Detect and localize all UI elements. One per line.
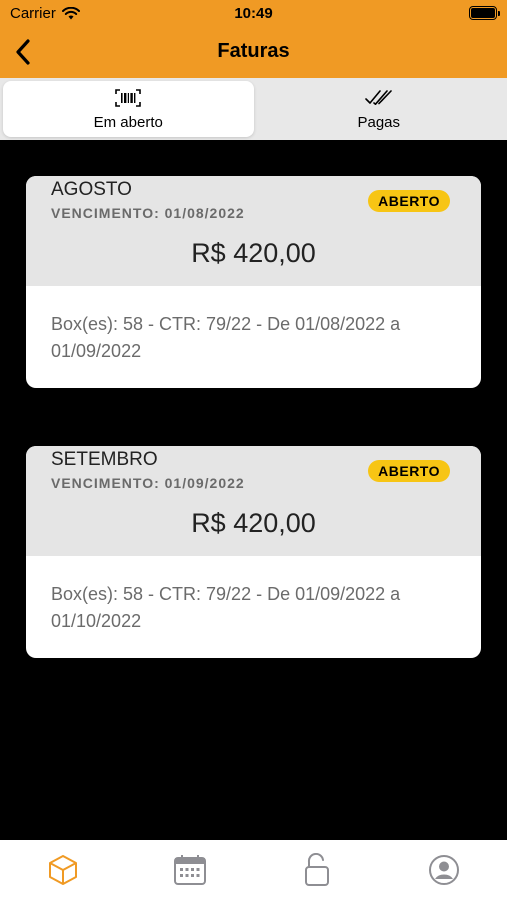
status-time: 10:49 [234, 5, 273, 22]
invoice-card[interactable]: AGOSTO VENCIMENTO: 01/08/2022 ABERTO R$ … [26, 176, 481, 388]
tab-open-label: Em aberto [93, 113, 163, 131]
nav-item-calendar[interactable] [127, 840, 254, 900]
invoice-amount: R$ 420,00 [191, 238, 316, 268]
invoice-due-date: VENCIMENTO: 01/09/2022 [51, 475, 245, 491]
battery-icon [469, 6, 500, 20]
app-header: Carrier 10:49 Faturas [0, 0, 507, 78]
invoice-month: AGOSTO [51, 179, 132, 200]
invoice-due-date: VENCIMENTO: 01/08/2022 [51, 205, 245, 221]
invoice-amount: R$ 420,00 [191, 508, 316, 538]
invoice-month: SETEMBRO [51, 449, 158, 470]
invoice-description: Box(es): 58 - CTR: 79/22 - De 01/08/2022… [51, 314, 401, 361]
tab-paid-label: Pagas [357, 113, 401, 131]
tab-bar: Em aberto Pagas [0, 78, 507, 140]
status-badge: ABERTO [368, 460, 450, 482]
nav-item-boxes[interactable] [0, 840, 127, 900]
invoice-card[interactable]: SETEMBRO VENCIMENTO: 01/09/2022 ABERTO R… [26, 446, 481, 658]
status-badge: ABERTO [368, 190, 450, 212]
calendar-icon [174, 855, 207, 885]
invoice-card-header: SETEMBRO VENCIMENTO: 01/09/2022 ABERTO R… [26, 446, 481, 556]
bottom-nav [0, 840, 507, 900]
nav-item-access[interactable] [254, 840, 381, 900]
status-bar: Carrier 10:49 [0, 0, 507, 28]
nav-item-profile[interactable] [380, 840, 507, 900]
unlock-icon [304, 853, 329, 886]
profile-icon [428, 855, 459, 885]
barcode-icon [115, 88, 142, 107]
invoice-card-header: AGOSTO VENCIMENTO: 01/08/2022 ABERTO R$ … [26, 176, 481, 286]
tab-paid[interactable]: Pagas [254, 81, 505, 137]
double-check-icon [364, 89, 392, 105]
invoice-description: Box(es): 58 - CTR: 79/22 - De 01/09/2022… [51, 584, 401, 631]
tab-open[interactable]: Em aberto [3, 81, 254, 137]
page-title: Faturas [217, 40, 290, 62]
box-icon [49, 855, 78, 885]
